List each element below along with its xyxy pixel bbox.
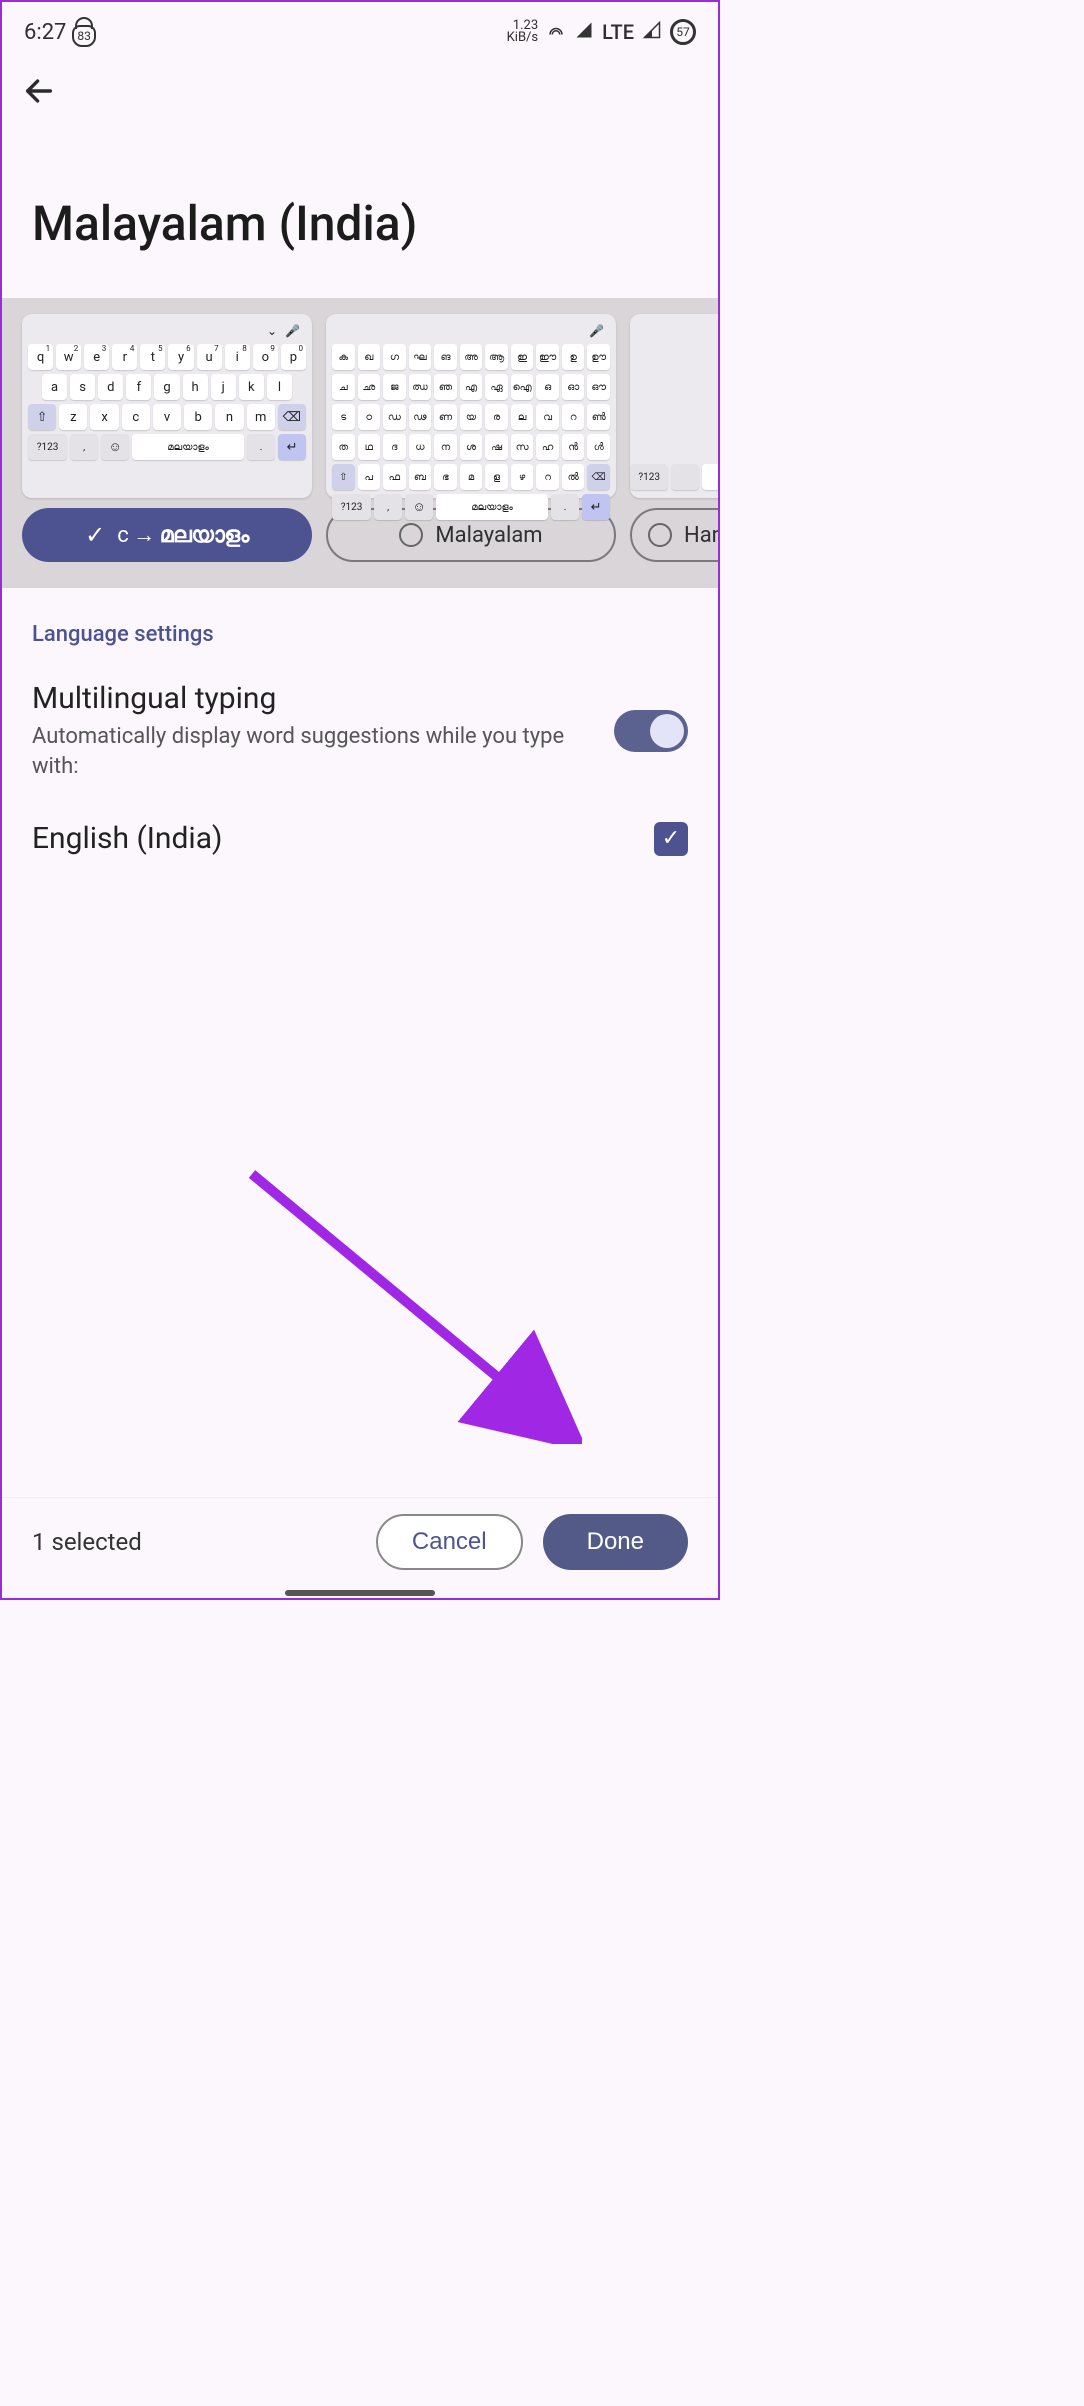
status-time: 6:27	[24, 20, 66, 45]
layout-card-handwriting[interactable]: ?123 മലയാളം Hand	[630, 314, 718, 562]
battery-icon: 57	[670, 19, 696, 45]
arrow-left-icon	[22, 74, 56, 108]
backspace-key: ⌫	[278, 404, 306, 430]
check-icon: ✓	[662, 826, 680, 851]
keyboard-preview: 🎤 കഖഗഘങഅആഇഈഉഊ ചഛജഝഞഎഏഐഒഓഔ ടഠഡഢണയരലവറൺ തഥ…	[326, 314, 616, 498]
page-title: Malayalam (India)	[2, 135, 718, 298]
layout-card-native[interactable]: 🎤 കഖഗഘങഅആഇഈഉഊ ചഛജഝഞഎഏഐഒഓഔ ടഠഡഢണയരലവറൺ തഥ…	[326, 314, 616, 562]
network-label: LTE	[602, 20, 634, 44]
secondary-language-label: English (India)	[32, 821, 222, 856]
shift-key: ⇧	[28, 404, 56, 430]
chevron-down-icon: ⌄	[267, 324, 277, 338]
cancel-button[interactable]: Cancel	[376, 1514, 523, 1570]
selected-count: 1 selected	[32, 1528, 142, 1556]
status-bar: 6:27 83 1.23 KiB/s LTE 57	[2, 2, 718, 56]
annotation-arrow	[242, 1164, 582, 1444]
radio-icon	[648, 523, 672, 547]
radio-icon	[399, 523, 423, 547]
nav-pill[interactable]	[285, 1590, 435, 1596]
done-button[interactable]: Done	[543, 1514, 688, 1570]
hotspot-icon	[546, 20, 566, 44]
checkbox-secondary-language[interactable]: ✓	[654, 822, 688, 856]
section-label: Language settings	[32, 622, 688, 647]
setting-subtitle: Automatically display word suggestions w…	[32, 722, 584, 781]
bottom-bar: 1 selected Cancel Done	[2, 1497, 718, 1586]
keyboard-preview: ?123 മലയാളം	[630, 314, 718, 498]
layout-chip-transliteration[interactable]: ✓ c → മലയാളം	[22, 508, 312, 562]
check-icon: ✓	[85, 521, 105, 549]
setting-multilingual[interactable]: Multilingual typing Automatically displa…	[32, 681, 688, 781]
layout-carousel[interactable]: ⌄ 🎤 q1 w2 e3 r4 t5 y6 u7 i8 o9 p0 a s d …	[2, 298, 718, 588]
signal-icon	[574, 20, 594, 44]
chip-label: c → മലയാളം	[117, 522, 249, 548]
chip-label: Hand	[684, 523, 718, 548]
chip-label: Malayalam	[435, 523, 542, 548]
mic-icon: 🎤	[589, 324, 604, 338]
layout-chip-handwriting[interactable]: Hand	[630, 508, 718, 562]
layout-card-transliteration[interactable]: ⌄ 🎤 q1 w2 e3 r4 t5 y6 u7 i8 o9 p0 a s d …	[22, 314, 312, 562]
mic-icon: 🎤	[285, 324, 300, 338]
keyboard-preview: ⌄ 🎤 q1 w2 e3 r4 t5 y6 u7 i8 o9 p0 a s d …	[22, 314, 312, 498]
signal-icon-2	[642, 20, 662, 44]
back-button[interactable]	[22, 74, 56, 117]
setting-title: Multilingual typing	[32, 681, 584, 716]
toggle-multilingual[interactable]	[614, 710, 688, 752]
net-speed: 1.23 KiB/s	[507, 20, 539, 44]
secondary-language-row[interactable]: English (India) ✓	[32, 821, 688, 856]
enter-key: ↵	[278, 434, 306, 460]
lock-badge: 83	[72, 25, 96, 47]
emoji-key: ☺	[101, 434, 129, 460]
